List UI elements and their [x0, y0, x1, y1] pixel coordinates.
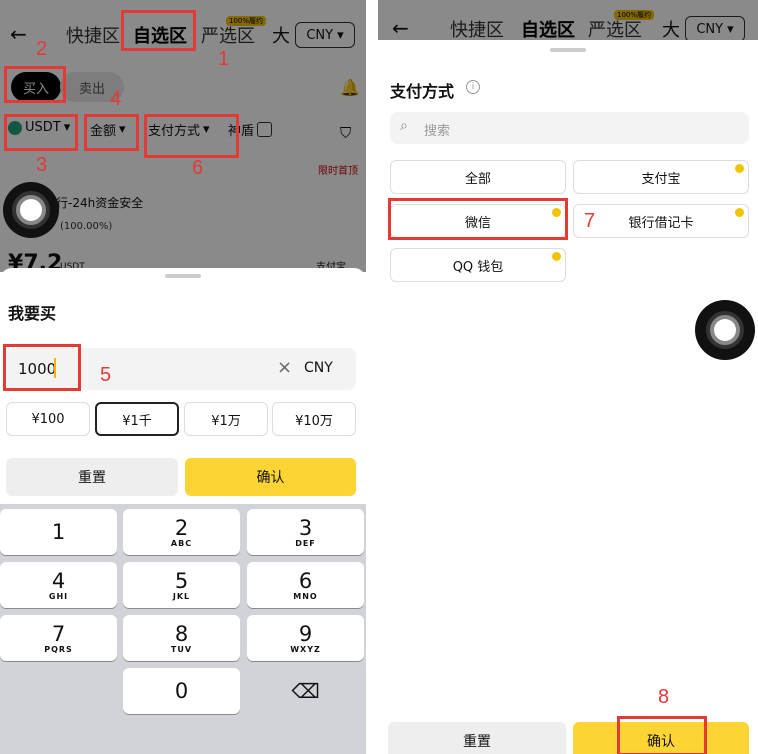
key-digit: 0: [174, 679, 189, 703]
annotation-6: 6: [192, 157, 204, 179]
payment-option-alipay[interactable]: 支付宝: [573, 160, 749, 194]
confirm-button[interactable]: 确认: [185, 458, 356, 496]
sheet-handle[interactable]: [165, 274, 201, 278]
clear-icon[interactable]: ×: [277, 357, 292, 378]
key-8[interactable]: 8 TUV: [123, 615, 240, 661]
info-icon[interactable]: i: [466, 80, 480, 94]
payment-option-bank-card[interactable]: 银行借记卡: [573, 204, 749, 238]
floating-assistive-icon[interactable]: [695, 300, 755, 360]
sheet-handle[interactable]: [550, 48, 586, 52]
highlight-box-7: [388, 198, 568, 240]
key-0[interactable]: 0: [123, 668, 240, 714]
quick-amount-1k[interactable]: ¥1千: [95, 402, 179, 436]
option-label: 支付宝: [641, 171, 681, 187]
annotation-1: 1: [218, 48, 230, 70]
key-digit: 6: [298, 568, 313, 593]
delete-key-icon[interactable]: ⌫: [247, 668, 364, 714]
key-digit: 1: [51, 520, 66, 544]
payment-option-all[interactable]: 全部: [390, 160, 566, 194]
key-letters: ABC: [170, 538, 193, 548]
key-letters: WXYZ: [290, 644, 321, 654]
search-icon: ⌕: [400, 118, 408, 134]
key-3[interactable]: 3 DEF: [247, 509, 364, 555]
key-4[interactable]: 4 GHI: [0, 562, 117, 608]
highlight-box-6: [144, 114, 239, 158]
highlight-box-3: [4, 114, 78, 151]
reset-button[interactable]: 重置: [6, 458, 178, 496]
key-digit: 7: [51, 621, 66, 646]
annotation-8: 8: [658, 686, 670, 708]
search-input[interactable]: ⌕ 搜索: [390, 112, 749, 144]
annotation-3: 3: [36, 154, 48, 176]
right-screen: ← 快捷区 自选区 严选区 100%履约 大 CNY ▾ 支付方式 i ⌕ 搜索…: [378, 0, 758, 754]
amount-currency: CNY: [304, 360, 333, 376]
key-7[interactable]: 7 PQRS: [0, 615, 117, 661]
key-1[interactable]: 1: [0, 509, 117, 555]
annotation-5: 5: [100, 364, 112, 386]
search-placeholder: 搜索: [424, 124, 451, 139]
key-digit: 4: [51, 568, 66, 593]
annotation-2: 2: [36, 38, 48, 60]
key-digit: 2: [174, 515, 189, 540]
key-letters: MNO: [293, 591, 318, 601]
key-letters: GHI: [48, 591, 69, 601]
key-digit: 5: [174, 568, 189, 593]
numeric-keypad: 1 2 ABC 3 DEF 4 GHI 5 JKL 6 MNO 7 PQRS 8 TUV 9W…: [0, 504, 366, 754]
left-screen: ← 快捷区 自选区 严选区 100%履约 大 CNY ▾ 买入 卖出 🔔 USD…: [0, 0, 366, 754]
option-label: 全部: [464, 171, 491, 187]
key-2[interactable]: 2 ABC: [123, 509, 240, 555]
assistive-ring: [706, 311, 744, 349]
key-letters: JKL: [172, 591, 191, 601]
payment-method-title: 支付方式: [390, 82, 455, 101]
quick-amount-10k[interactable]: ¥1万: [184, 402, 268, 436]
buy-amount-sheet: 我要买 1000 × CNY ¥100 ¥1千 ¥1万 ¥10万 重置 确认 1…: [0, 268, 366, 754]
key-letters: PQRS: [44, 644, 73, 654]
key-digit: 9: [298, 621, 313, 646]
highlight-box-1: [121, 10, 196, 51]
quick-amount-100k[interactable]: ¥10万: [272, 402, 356, 436]
floating-assistive-icon[interactable]: [3, 182, 59, 238]
highlight-box-4: [84, 114, 139, 151]
annotation-7: 7: [584, 210, 596, 232]
overlay-dim[interactable]: [378, 0, 758, 40]
highlight-box-2: [4, 66, 66, 103]
highlight-box-8: [617, 716, 707, 754]
assistive-ring: [12, 191, 50, 229]
key-digit: 8: [174, 621, 189, 646]
sheet-title: 我要买: [8, 304, 57, 323]
reset-button[interactable]: 重置: [388, 722, 566, 754]
key-9[interactable]: 9 WXYZ: [247, 615, 364, 661]
key-letters: DEF: [295, 538, 316, 548]
key-6[interactable]: 6 MNO: [247, 562, 364, 608]
annotation-4: 4: [110, 88, 122, 110]
key-5[interactable]: 5 JKL: [123, 562, 240, 608]
assistive-core: [714, 319, 736, 341]
key-digit: 3: [298, 515, 313, 540]
coin-icon: [735, 164, 744, 173]
option-label: 银行借记卡: [628, 215, 694, 231]
assistive-core: [20, 199, 42, 221]
option-label: QQ 钱包: [452, 259, 504, 275]
payment-option-qq-wallet[interactable]: QQ 钱包: [390, 248, 566, 282]
highlight-box-5: [3, 344, 81, 391]
key-letters: TUV: [170, 644, 193, 654]
coin-icon: [552, 252, 561, 261]
payment-method-sheet: 支付方式 i ⌕ 搜索 全部 支付宝 微信 银行借记卡 QQ 钱包 重置 确认: [378, 40, 758, 754]
quick-amount-100[interactable]: ¥100: [6, 402, 90, 436]
coin-icon: [735, 208, 744, 217]
